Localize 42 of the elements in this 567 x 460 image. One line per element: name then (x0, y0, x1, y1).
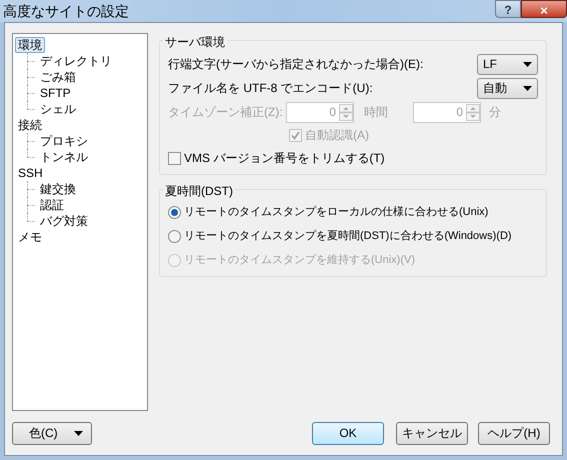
encoding-dropdown[interactable]: 自動 (477, 78, 538, 98)
line-ending-dropdown[interactable]: LF (477, 54, 538, 74)
field-label: ファイル名を UTF-8 でエンコード(U): (168, 80, 373, 97)
checkbox-label: VMS バージョン番号をトリムする(T) (184, 150, 385, 167)
tree-item[interactable]: トンネル (37, 149, 91, 165)
caret-icon (523, 62, 532, 66)
close-button[interactable]: × (521, 0, 567, 18)
tree-item[interactable]: 鍵交換 (37, 181, 79, 197)
spinner-icon[interactable] (466, 104, 480, 120)
help-button[interactable]: ? (495, 0, 521, 18)
tree-item[interactable]: 環境 (15, 37, 45, 53)
tree-item[interactable]: シェル (37, 101, 79, 117)
cancel-button[interactable]: キャンセル (396, 422, 468, 444)
radio-label: リモートのタイムスタンプをローカルの仕様に合わせる(Unix) (184, 204, 488, 220)
tree-item[interactable]: バグ対策 (37, 213, 91, 229)
tree-item[interactable]: SFTP (37, 85, 74, 101)
radio-button[interactable] (168, 206, 181, 218)
checkbox-label: 自動認識(A) (305, 127, 369, 144)
tree-item[interactable]: プロキシ (37, 133, 91, 149)
color-button[interactable]: 色(C) (12, 422, 92, 444)
unit-label: 分 (489, 104, 501, 121)
radio-label: リモートのタイムスタンプを維持する(Unix)(V) (184, 252, 415, 268)
caret-icon (523, 86, 532, 90)
tree-item[interactable]: メモ (15, 229, 45, 245)
spinner-icon[interactable] (339, 104, 353, 120)
radio-label: リモートのタイムスタンプを夏時間(DST)に合わせる(Windows)(D) (184, 228, 512, 244)
field-label: 行端文字(サーバから指定されなかった場合)(E): (168, 56, 424, 73)
radio-button[interactable] (168, 230, 181, 242)
group-title: 夏時間(DST) (163, 182, 235, 200)
caret-icon (74, 430, 83, 436)
checkbox[interactable] (168, 152, 181, 164)
tree-item[interactable]: 認証 (37, 197, 67, 213)
ok-button[interactable]: OK (312, 422, 384, 444)
tree-item[interactable]: ディレクトリ (37, 53, 115, 69)
window-title: 高度なサイトの設定 (2, 2, 129, 20)
field-label: タイムゾーン補正(Z): (168, 104, 284, 121)
help-button[interactable]: ヘルプ(H) (478, 422, 550, 444)
unit-label: 時間 (364, 104, 389, 121)
tree-item[interactable]: 接続 (15, 117, 45, 133)
tree-item[interactable]: SSH (15, 165, 46, 181)
group-title: サーバ環境 (163, 33, 227, 51)
tree-item[interactable]: ごみ箱 (37, 69, 79, 85)
